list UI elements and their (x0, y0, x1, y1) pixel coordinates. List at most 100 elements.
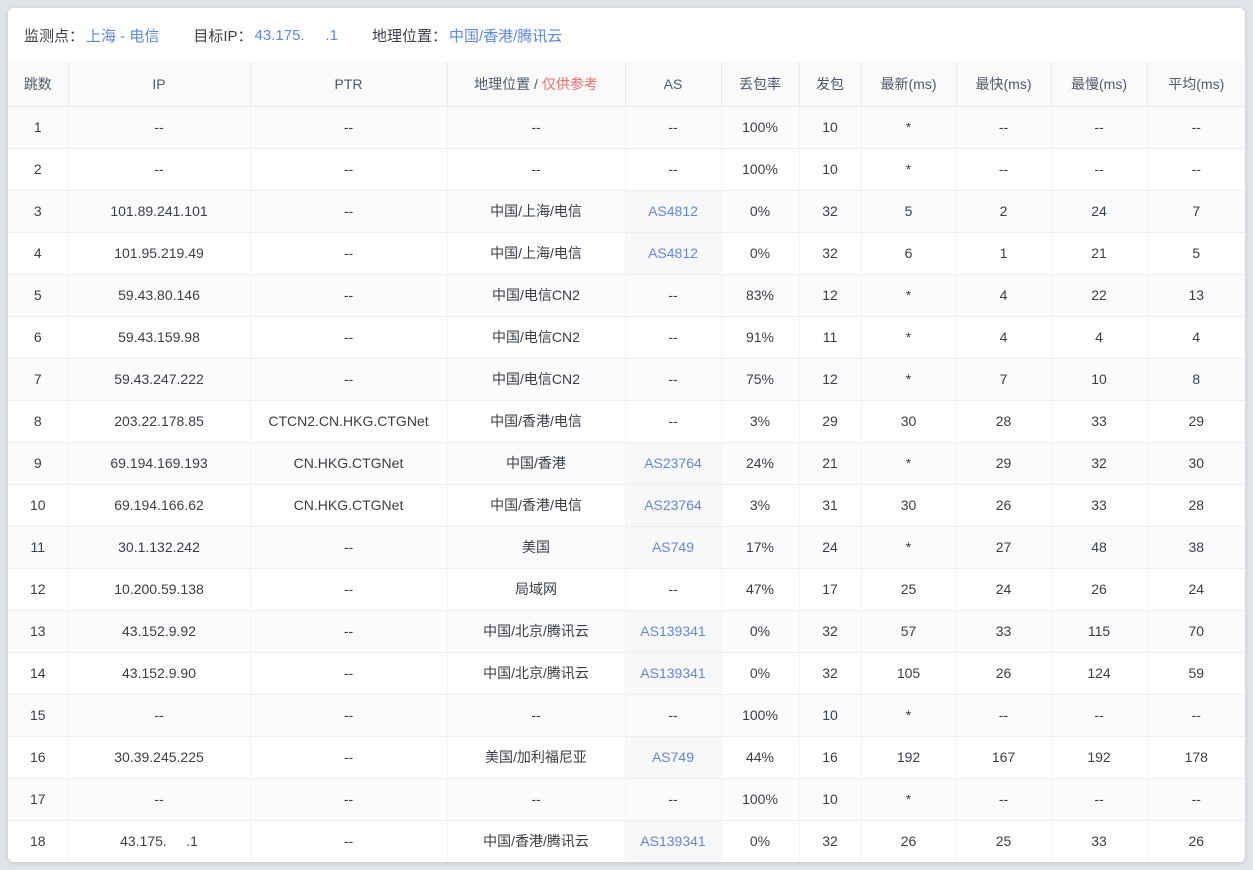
as-link[interactable]: AS23764 (644, 455, 702, 471)
geo-location-label: 地理位置： (372, 25, 447, 46)
cell-hop: 9 (8, 442, 68, 484)
cell-avg: 178 (1147, 736, 1245, 778)
cell-fastest: 25 (956, 820, 1051, 862)
cell-avg: 38 (1147, 526, 1245, 568)
cell-loss: 100% (721, 694, 799, 736)
cell-as: -- (625, 778, 721, 820)
as-link[interactable]: AS4812 (648, 245, 698, 261)
cell-fastest: 27 (956, 526, 1051, 568)
cell-hop: 10 (8, 484, 68, 526)
cell-geo: 中国/香港 (447, 442, 625, 484)
cell-ip: 101.95.219.49 (68, 232, 250, 274)
cell-sent: 10 (799, 694, 861, 736)
as-link[interactable]: AS749 (652, 539, 694, 555)
cell-as: -- (625, 316, 721, 358)
cell-avg: -- (1147, 148, 1245, 190)
cell-ptr: -- (250, 568, 447, 610)
cell-latest: * (861, 106, 956, 148)
geo-location-value: 中国/香港/腾讯云 (449, 25, 562, 46)
header-fastest: 最快(ms) (956, 62, 1051, 106)
cell-ptr: -- (250, 316, 447, 358)
cell-fastest: 2 (956, 190, 1051, 232)
as-link[interactable]: AS4812 (648, 203, 698, 219)
cell-loss: 0% (721, 190, 799, 232)
cell-as: AS4812 (625, 190, 721, 232)
monitor-point: 监测点： 上海 - 电信 (24, 25, 159, 46)
cell-avg: 4 (1147, 316, 1245, 358)
as-link[interactable]: AS23764 (644, 497, 702, 513)
cell-hop: 16 (8, 736, 68, 778)
cell-loss: 100% (721, 778, 799, 820)
cell-geo: 中国/电信CN2 (447, 316, 625, 358)
cell-avg: 26 (1147, 820, 1245, 862)
as-link[interactable]: AS139341 (640, 833, 705, 849)
cell-ip: -- (68, 106, 250, 148)
cell-fastest: -- (956, 106, 1051, 148)
cell-loss: 47% (721, 568, 799, 610)
cell-loss: 100% (721, 106, 799, 148)
cell-latest: 6 (861, 232, 956, 274)
as-link[interactable]: AS749 (652, 749, 694, 765)
cell-sent: 17 (799, 568, 861, 610)
cell-fastest: 4 (956, 274, 1051, 316)
cell-hop: 14 (8, 652, 68, 694)
header-geo-label: 地理位置 / (474, 76, 542, 92)
cell-sent: 21 (799, 442, 861, 484)
target-ip-label: 目标IP： (193, 25, 252, 46)
header-geo: 地理位置 / 仅供参考 (447, 62, 625, 106)
cell-sent: 10 (799, 106, 861, 148)
cell-fastest: 167 (956, 736, 1051, 778)
cell-as: AS749 (625, 526, 721, 568)
cell-latest: * (861, 274, 956, 316)
cell-slowest: -- (1051, 778, 1147, 820)
table-row: 2--------100%10*------ (8, 148, 1245, 190)
cell-ip: 43.152.9.90 (68, 652, 250, 694)
as-link[interactable]: AS139341 (640, 623, 705, 639)
table-row: 17--------100%10*------ (8, 778, 1245, 820)
cell-slowest: -- (1051, 148, 1147, 190)
as-link[interactable]: AS139341 (640, 665, 705, 681)
cell-ip: 43.152.9.92 (68, 610, 250, 652)
cell-sent: 24 (799, 526, 861, 568)
table-header: 跳数 IP PTR 地理位置 / 仅供参考 AS 丢包率 发包 最新(ms) 最… (8, 62, 1245, 106)
header-as: AS (625, 62, 721, 106)
table-row: 3101.89.241.101--中国/上海/电信AS48120%3252247 (8, 190, 1245, 232)
cell-slowest: 33 (1051, 400, 1147, 442)
cell-as: AS139341 (625, 610, 721, 652)
header-slowest: 最慢(ms) (1051, 62, 1147, 106)
cell-fastest: 26 (956, 484, 1051, 526)
cell-latest: 5 (861, 190, 956, 232)
cell-as: -- (625, 568, 721, 610)
cell-loss: 83% (721, 274, 799, 316)
cell-as: AS23764 (625, 442, 721, 484)
cell-sent: 16 (799, 736, 861, 778)
cell-fastest: 26 (956, 652, 1051, 694)
cell-hop: 11 (8, 526, 68, 568)
cell-fastest: 1 (956, 232, 1051, 274)
cell-loss: 75% (721, 358, 799, 400)
cell-geo: 美国 (447, 526, 625, 568)
cell-hop: 4 (8, 232, 68, 274)
cell-as: AS4812 (625, 232, 721, 274)
cell-hop: 1 (8, 106, 68, 148)
table-row: 969.194.169.193CN.HKG.CTGNet中国/香港AS23764… (8, 442, 1245, 484)
cell-hop: 2 (8, 148, 68, 190)
cell-sent: 10 (799, 778, 861, 820)
table-row: 1--------100%10*------ (8, 106, 1245, 148)
cell-as: -- (625, 400, 721, 442)
monitor-point-value: 上海 - 电信 (86, 25, 159, 46)
header-sent: 发包 (799, 62, 861, 106)
cell-loss: 91% (721, 316, 799, 358)
cell-ip: 10.200.59.138 (68, 568, 250, 610)
cell-as: AS139341 (625, 652, 721, 694)
trace-result-card: 监测点： 上海 - 电信 目标IP： 43.175. .1 地理位置： 中国/香… (8, 8, 1245, 862)
table-row: 659.43.159.98--中国/电信CN2--91%11*444 (8, 316, 1245, 358)
cell-avg: 28 (1147, 484, 1245, 526)
cell-fastest: 33 (956, 610, 1051, 652)
cell-avg: 8 (1147, 358, 1245, 400)
cell-slowest: -- (1051, 106, 1147, 148)
cell-hop: 3 (8, 190, 68, 232)
cell-hop: 6 (8, 316, 68, 358)
table-row: 759.43.247.222--中国/电信CN2--75%12*7108 (8, 358, 1245, 400)
cell-ptr: -- (250, 148, 447, 190)
